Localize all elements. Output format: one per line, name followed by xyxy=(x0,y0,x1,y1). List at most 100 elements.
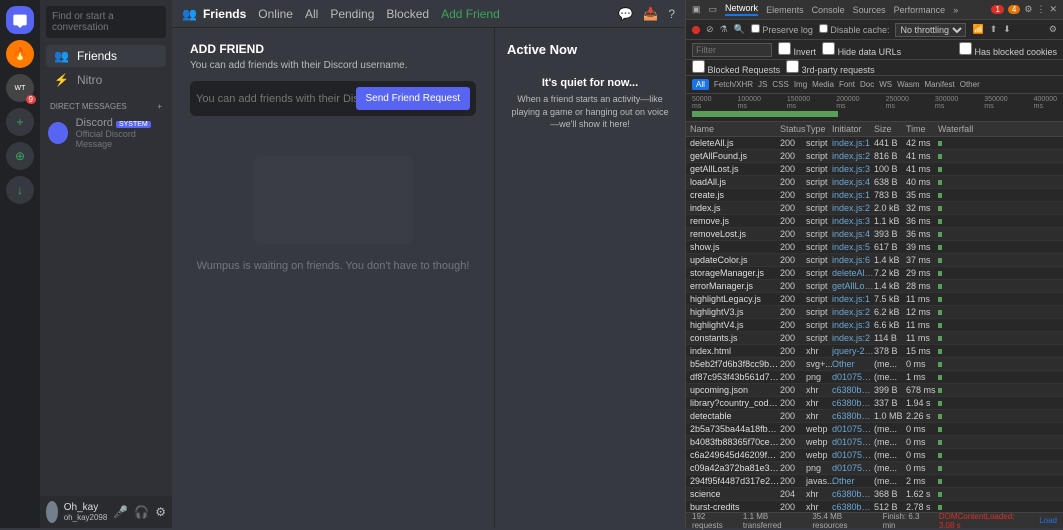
search-icon[interactable]: 🔍 xyxy=(734,24,745,35)
nitro-nav[interactable]: ⚡ Nitro xyxy=(46,69,166,91)
request-row[interactable]: loadAll.js200scriptindex.js:4638 B40 ms xyxy=(686,176,1063,189)
request-row[interactable]: index.js200scriptindex.js:22.0 kB32 ms xyxy=(686,202,1063,215)
request-row[interactable]: c09a42a372ba81e3018...200pngd01075b...j(… xyxy=(686,462,1063,475)
help-icon[interactable]: ? xyxy=(668,7,675,21)
request-row[interactable]: getAllFound.js200scriptindex.js:2816 B41… xyxy=(686,150,1063,163)
type-filter-doc[interactable]: Doc xyxy=(860,80,874,89)
col-type[interactable]: Type xyxy=(806,124,832,134)
search-input[interactable]: Find or start a conversation xyxy=(46,6,166,38)
request-row[interactable]: highlightLegacy.js200scriptindex.js:17.5… xyxy=(686,293,1063,306)
download-icon[interactable]: ↓ xyxy=(6,176,34,204)
inbox-icon[interactable]: 📥 xyxy=(643,7,658,21)
server-icon[interactable]: WT xyxy=(6,74,34,102)
request-row[interactable]: b5eb2f7d6b3f8cc9b60...200svg+...Other(me… xyxy=(686,358,1063,371)
type-filter-wasm[interactable]: Wasm xyxy=(897,80,919,89)
tab-pending[interactable]: Pending xyxy=(330,7,374,21)
tab-console[interactable]: Console xyxy=(812,5,845,15)
request-row[interactable]: library?country_code=IN200xhrc6380b0...j… xyxy=(686,397,1063,410)
hide-urls-checkbox[interactable]: Hide data URLs xyxy=(822,42,901,57)
wifi-icon[interactable]: 📶 xyxy=(972,24,983,35)
type-filter-css[interactable]: CSS xyxy=(772,80,788,89)
tab-add-friend[interactable]: Add Friend xyxy=(441,7,500,21)
col-size[interactable]: Size xyxy=(874,124,906,134)
tab-blocked[interactable]: Blocked xyxy=(386,7,429,21)
type-filter-manifest[interactable]: Manifest xyxy=(924,80,954,89)
tab-performance[interactable]: Performance xyxy=(894,5,946,15)
dm-home-icon[interactable] xyxy=(6,6,34,34)
request-row[interactable]: 294f95f4487d317e20b...200javas...Other(m… xyxy=(686,475,1063,488)
request-row[interactable]: updateColor.js200scriptindex.js:61.4 kB3… xyxy=(686,254,1063,267)
filter-input[interactable] xyxy=(692,43,772,57)
blocked-cookies-checkbox[interactable]: Has blocked cookies xyxy=(959,42,1057,57)
user-avatar[interactable] xyxy=(46,501,58,523)
request-row[interactable]: highlightV3.js200scriptindex.js:26.2 kB1… xyxy=(686,306,1063,319)
mute-icon[interactable]: 🎤 xyxy=(113,505,128,519)
disable-cache-checkbox[interactable]: Disable cache: xyxy=(819,24,890,35)
add-server-icon[interactable]: + xyxy=(6,108,34,136)
request-row[interactable]: c6a249645d46209f337...200webpd01075b...j… xyxy=(686,449,1063,462)
request-row[interactable]: index.html200xhrjquery-2.1...378 B15 ms xyxy=(686,345,1063,358)
new-group-dm-icon[interactable]: 💬 xyxy=(618,7,633,21)
add-dm-icon[interactable]: + xyxy=(157,102,162,111)
server-icon[interactable]: 🔥 xyxy=(6,40,34,68)
tab-sources[interactable]: Sources xyxy=(853,5,886,15)
blocked-req-checkbox[interactable]: Blocked Requests xyxy=(692,60,780,75)
type-filter-ws[interactable]: WS xyxy=(879,80,892,89)
request-row[interactable]: upcoming.json200xhrc6380b0...j399 B678 m… xyxy=(686,384,1063,397)
request-row[interactable]: getAllLost.js200scriptindex.js:3100 B41 … xyxy=(686,163,1063,176)
request-list[interactable]: deleteAll.js200scriptindex.js:1441 B42 m… xyxy=(686,137,1063,512)
type-filter-img[interactable]: Img xyxy=(794,80,807,89)
third-party-checkbox[interactable]: 3rd-party requests xyxy=(786,60,875,75)
request-row[interactable]: burst-credits200xhrc6380b0...j512 B2.78 … xyxy=(686,501,1063,512)
request-row[interactable]: storageManager.js200scriptdeleteAll.js:1… xyxy=(686,267,1063,280)
request-row[interactable]: errorManager.js200scriptgetAllLost.js:11… xyxy=(686,280,1063,293)
type-filter-media[interactable]: Media xyxy=(812,80,834,89)
request-row[interactable]: df87c953f43b561d71f...200pngd01075b...j(… xyxy=(686,371,1063,384)
type-filter-all[interactable]: All xyxy=(692,79,709,90)
request-row[interactable]: deleteAll.js200scriptindex.js:1441 B42 m… xyxy=(686,137,1063,150)
upload-icon[interactable]: ⬆ xyxy=(990,24,998,35)
request-row[interactable]: science204xhrc6380b0...j368 B1.62 s xyxy=(686,488,1063,501)
tab-all[interactable]: All xyxy=(305,7,318,21)
explore-icon[interactable]: ⊕ xyxy=(6,142,34,170)
tab-online[interactable]: Online xyxy=(258,7,293,21)
col-initiator[interactable]: Initiator xyxy=(832,124,874,134)
tabs-overflow-icon[interactable]: » xyxy=(953,5,958,15)
filter-toggle-icon[interactable]: ⚗ xyxy=(720,24,728,35)
add-friend-input[interactable] xyxy=(196,87,356,110)
col-time[interactable]: Time xyxy=(906,124,938,134)
tab-elements[interactable]: Elements xyxy=(766,5,804,15)
request-row[interactable]: remove.js200scriptindex.js:31.1 kB36 ms xyxy=(686,215,1063,228)
invert-checkbox[interactable]: Invert xyxy=(778,42,816,57)
settings-icon[interactable]: ⚙ xyxy=(1024,4,1032,15)
col-status[interactable]: Status xyxy=(780,124,806,134)
deafen-icon[interactable]: 🎧 xyxy=(134,505,149,519)
preserve-log-checkbox[interactable]: Preserve log xyxy=(751,24,813,35)
dm-user[interactable]: Discord SYSTEM Official Discord Message xyxy=(40,113,172,153)
request-row[interactable]: highlightV4.js200scriptindex.js:36.6 kB1… xyxy=(686,319,1063,332)
timeline[interactable]: 50000 ms100000 ms150000 ms200000 ms25000… xyxy=(686,94,1063,122)
device-icon[interactable]: ▭ xyxy=(709,4,718,15)
request-row[interactable]: b4083fb88365f70ceb8...200webpd01075b...j… xyxy=(686,436,1063,449)
request-row[interactable]: constants.js200scriptindex.js:2114 B11 m… xyxy=(686,332,1063,345)
friends-nav[interactable]: 👥 Friends xyxy=(46,45,166,67)
type-filter-js[interactable]: JS xyxy=(758,80,767,89)
col-waterfall[interactable]: Waterfall xyxy=(938,124,1059,134)
download-icon[interactable]: ⬇ xyxy=(1003,24,1011,35)
request-row[interactable]: show.js200scriptindex.js:5617 B39 ms xyxy=(686,241,1063,254)
send-request-button[interactable]: Send Friend Request xyxy=(356,87,471,110)
gear-icon[interactable]: ⚙ xyxy=(1049,24,1057,35)
clear-icon[interactable]: ⊘ xyxy=(706,24,714,35)
request-row[interactable]: 2b5a735ba44a18fb928...200webpd01075b...j… xyxy=(686,423,1063,436)
throttle-select[interactable]: No throttling xyxy=(895,23,966,37)
settings-icon[interactable]: ⚙ xyxy=(155,505,166,519)
more-icon[interactable]: ⋮ xyxy=(1036,4,1045,15)
type-filter-fetch/xhr[interactable]: Fetch/XHR xyxy=(714,80,753,89)
tab-network[interactable]: Network xyxy=(725,3,758,16)
request-row[interactable]: detectable200xhrc6380b0...j1.0 MB2.26 s xyxy=(686,410,1063,423)
request-row[interactable]: removeLost.js200scriptindex.js:4393 B36 … xyxy=(686,228,1063,241)
type-filter-other[interactable]: Other xyxy=(960,80,980,89)
close-icon[interactable]: ✕ xyxy=(1049,4,1057,15)
inspect-icon[interactable]: ▣ xyxy=(692,4,701,15)
warn-badge[interactable]: 4 xyxy=(1008,5,1020,14)
